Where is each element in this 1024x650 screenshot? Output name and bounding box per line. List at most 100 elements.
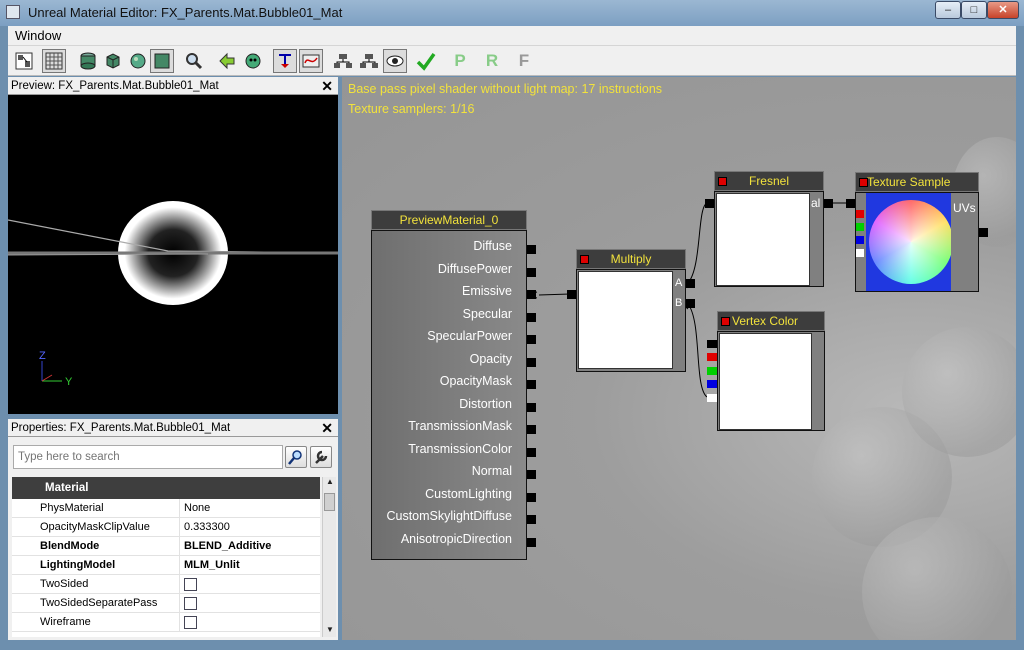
properties-close-button[interactable]: ✕ <box>321 419 333 437</box>
channel-red-pin[interactable] <box>856 210 864 218</box>
cube-preview-icon[interactable] <box>101 49 125 73</box>
expression-preview-icon[interactable] <box>331 49 355 73</box>
property-name: PhysMaterial <box>12 499 180 517</box>
texture-output-pin[interactable] <box>846 199 855 208</box>
go-back-icon[interactable] <box>215 49 239 73</box>
node-preview-toggle[interactable] <box>718 177 727 186</box>
wrench-icon[interactable] <box>310 446 332 468</box>
multiply-output-pin[interactable] <box>567 290 576 299</box>
property-row[interactable]: TwoSided <box>12 575 320 594</box>
maximize-button[interactable]: □ <box>961 1 987 19</box>
channel-alpha-pin[interactable] <box>856 249 864 257</box>
input-customskylightdiffuse: CustomSkylightDiffuse <box>386 509 512 523</box>
vertex-pin-green[interactable] <box>707 367 717 375</box>
hide-unused-icon[interactable] <box>383 49 407 73</box>
input-specular: Specular <box>462 307 512 321</box>
find-icon[interactable] <box>182 49 206 73</box>
pin-customlighting[interactable] <box>527 493 536 502</box>
search-icon[interactable] <box>285 446 307 468</box>
input-opacity: Opacity <box>469 352 512 366</box>
pin-diffusepower[interactable] <box>527 268 536 277</box>
pin-transmissionmask[interactable] <box>527 425 536 434</box>
propagate-p-icon[interactable]: P <box>448 49 472 73</box>
vertex-pin-alpha[interactable] <box>707 394 717 402</box>
property-row[interactable]: OpacityMaskClipValue 0.333300 <box>12 518 320 537</box>
channel-blue-pin[interactable] <box>856 236 864 244</box>
preview-material-node[interactable]: PreviewMaterial_0 Diffuse DiffusePower E… <box>371 210 527 560</box>
pin-normal[interactable] <box>527 470 536 479</box>
preview-mesh-icon[interactable] <box>241 49 265 73</box>
properties-title: Properties: FX_Parents.Mat.Bubble01_Mat <box>11 422 231 434</box>
vertex-pin-rgb[interactable] <box>707 340 717 348</box>
pin-transmissioncolor[interactable] <box>527 448 536 457</box>
property-value <box>180 613 320 631</box>
fresnel-output-pin[interactable] <box>705 199 714 208</box>
category-material[interactable]: Material <box>12 477 320 499</box>
property-row[interactable]: Wireframe <box>12 613 320 632</box>
twosided-checkbox[interactable] <box>184 578 197 591</box>
preview-close-button[interactable]: ✕ <box>321 77 333 95</box>
pin-a-label: A <box>675 277 683 289</box>
pin-opacitymask[interactable] <box>527 380 536 389</box>
realtime-preview-icon[interactable] <box>357 49 381 73</box>
scroll-thumb[interactable] <box>324 493 335 511</box>
node-title: Fresnel <box>714 171 824 191</box>
preview-viewport[interactable]: Z Y <box>8 95 338 414</box>
property-search-input[interactable] <box>13 445 283 469</box>
close-button[interactable]: ✕ <box>987 1 1019 19</box>
plane-preview-icon[interactable] <box>150 49 174 73</box>
fresnel-normal-pin[interactable] <box>824 199 833 208</box>
property-row[interactable]: BlendMode BLEND_Additive <box>12 537 320 556</box>
node-preview-toggle[interactable] <box>859 178 868 187</box>
curves-icon[interactable] <box>299 49 323 73</box>
texture-sample-node[interactable]: Texture Sample UVs <box>855 172 979 292</box>
title-bar: Unreal Material Editor: FX_Parents.Mat.B… <box>0 0 1024 26</box>
property-value[interactable]: BLEND_Additive <box>180 537 320 555</box>
node-preview-toggle[interactable] <box>721 317 730 326</box>
pin-anisotropicdirection[interactable] <box>527 538 536 547</box>
grid-icon[interactable] <box>42 49 66 73</box>
pin-specular[interactable] <box>527 313 536 322</box>
apply-icon[interactable] <box>414 49 438 73</box>
fit-f-icon[interactable]: F <box>512 49 536 73</box>
axis-z-label: Z <box>39 350 46 362</box>
material-graph-canvas[interactable]: Base pass pixel shader without light map… <box>342 77 1016 640</box>
vertex-pin-red[interactable] <box>707 353 717 361</box>
toggle-stats-icon[interactable] <box>273 49 297 73</box>
property-value[interactable]: MLM_Unlit <box>180 556 320 574</box>
pin-diffuse[interactable] <box>527 245 536 254</box>
pin-specularpower[interactable] <box>527 335 536 344</box>
pin-customskylightdiffuse[interactable] <box>527 515 536 524</box>
twosided-separate-pass-checkbox[interactable] <box>184 597 197 610</box>
multiply-node[interactable]: Multiply A B <box>576 249 686 372</box>
scroll-down-icon[interactable]: ▼ <box>323 625 337 637</box>
multiply-pin-b[interactable] <box>686 299 695 308</box>
minimize-button[interactable]: – <box>935 1 961 19</box>
input-opacitymask: OpacityMask <box>439 374 512 388</box>
node-preview-toggle[interactable] <box>580 255 589 264</box>
reset-r-icon[interactable]: R <box>480 49 504 73</box>
pin-opacity[interactable] <box>527 358 536 367</box>
wireframe-checkbox[interactable] <box>184 616 197 629</box>
pin-distortion[interactable] <box>527 403 536 412</box>
pin-emissive[interactable] <box>527 290 536 299</box>
property-value[interactable]: None <box>180 499 320 517</box>
property-scrollbar[interactable]: ▲ ▼ <box>322 477 336 637</box>
menu-window[interactable]: Window <box>15 28 61 43</box>
scroll-up-icon[interactable]: ▲ <box>323 477 337 489</box>
texture-uvs-pin[interactable] <box>979 228 988 237</box>
fresnel-node[interactable]: Fresnel al <box>714 171 824 287</box>
vertex-color-node[interactable]: Vertex Color <box>717 311 825 431</box>
property-value[interactable]: 0.333300 <box>180 518 320 536</box>
property-row[interactable]: LightingModel MLM_Unlit <box>12 556 320 575</box>
cylinder-preview-icon[interactable] <box>76 49 100 73</box>
channel-green-pin[interactable] <box>856 223 864 231</box>
show-connectors-icon[interactable] <box>12 49 36 73</box>
vertex-pin-blue[interactable] <box>707 380 717 388</box>
sphere-preview-icon[interactable] <box>126 49 150 73</box>
multiply-pin-a[interactable] <box>686 279 695 288</box>
property-row[interactable]: PhysMaterial None <box>12 499 320 518</box>
property-name: TwoSided <box>12 575 180 593</box>
property-name: LightingModel <box>12 556 180 574</box>
property-row[interactable]: TwoSidedSeparatePass <box>12 594 320 613</box>
